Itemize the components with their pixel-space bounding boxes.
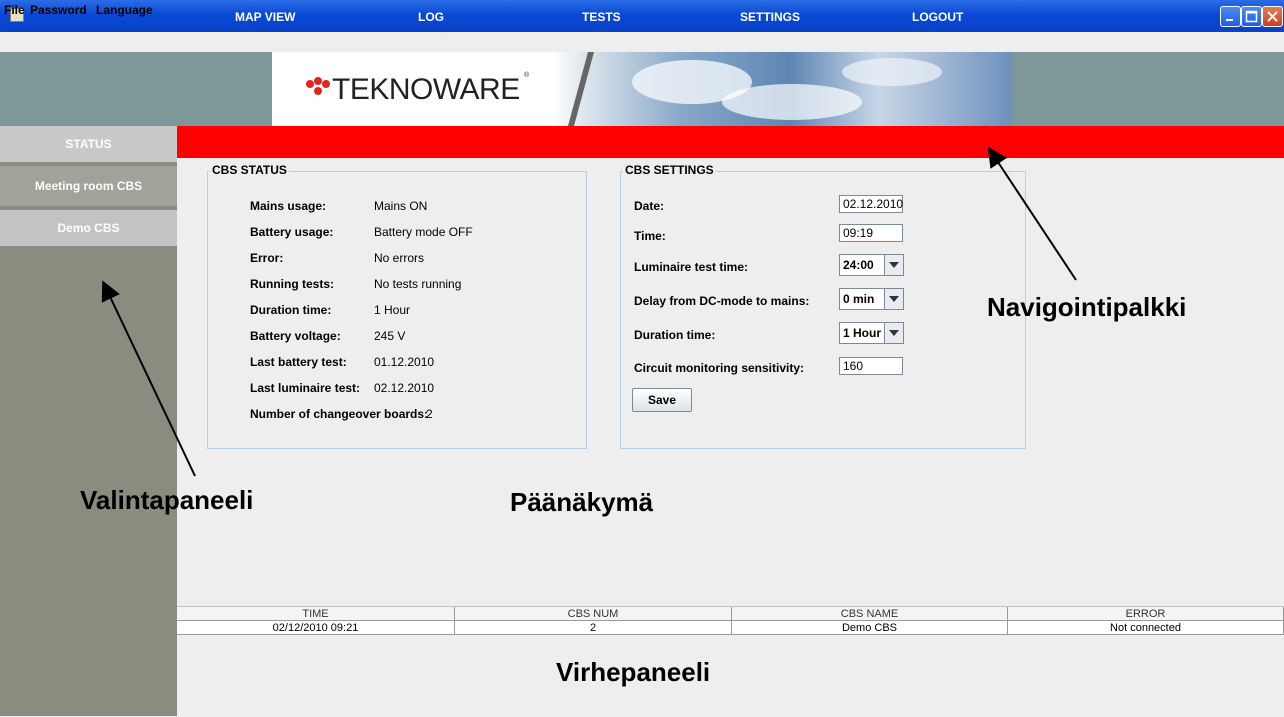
annotation-valintapaneeli: Valintapaneeli bbox=[80, 485, 254, 515]
table-cell-time[interactable]: 02/12/2010 09:21 bbox=[177, 621, 455, 635]
column-header-time[interactable]: TIME bbox=[177, 607, 455, 621]
annotation-virhepaneeli: Virhepaneeli bbox=[556, 657, 711, 687]
column-header-cbs-name[interactable]: CBS NAME bbox=[732, 607, 1008, 621]
nav-arrow bbox=[987, 146, 1077, 281]
annotation-navigointipalkki: Navigointipalkki bbox=[987, 292, 1187, 322]
table-cell-cbs-name[interactable]: Demo CBS bbox=[732, 621, 1008, 635]
column-header-cbs-num[interactable]: CBS NUM bbox=[455, 607, 732, 621]
column-header-error[interactable]: ERROR bbox=[1008, 607, 1284, 621]
table-cell-cbs-num[interactable]: 2 bbox=[455, 621, 732, 635]
side-arrow bbox=[101, 280, 196, 477]
table-cell-error[interactable]: Not connected bbox=[1008, 621, 1284, 635]
annotation-paanakyma: Päänäkymä bbox=[510, 487, 654, 517]
